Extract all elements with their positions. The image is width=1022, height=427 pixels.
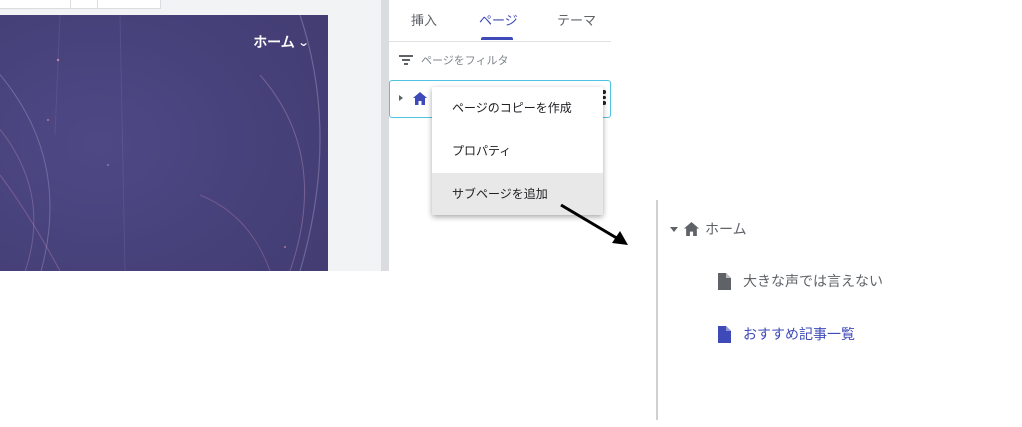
tree-node-label: おすすめ記事一覧 [743, 327, 855, 343]
tab-insert[interactable]: 挿入 [411, 10, 437, 29]
url-bar-divider [97, 0, 98, 8]
tree-node-home[interactable]: ホーム [670, 219, 747, 239]
hero-background-art [0, 15, 328, 271]
tab-themes[interactable]: テーマ [557, 10, 596, 29]
home-icon [684, 222, 699, 236]
site-nav-home-label: ホーム [253, 35, 295, 51]
url-bar-divider [70, 0, 71, 8]
annotation-arrow-icon [560, 203, 628, 245]
page-context-menu: ページのコピーを作成 プロパティ サブページを追加 [432, 87, 603, 215]
tree-node-label: ホーム [705, 222, 747, 238]
menu-item-duplicate-page[interactable]: ページのコピーを作成 [432, 87, 603, 129]
tab-pages[interactable]: ページ [479, 10, 518, 29]
chevron-down-icon: ⌄ [297, 35, 310, 49]
home-icon [413, 92, 427, 105]
site-hero-banner: ホーム ⌄ [0, 15, 328, 271]
site-nav-home[interactable]: ホーム ⌄ [253, 32, 310, 52]
tree-node-label: 大きな声では言えない [743, 274, 883, 290]
page-icon [718, 272, 731, 290]
page-icon [718, 325, 731, 343]
page-filter[interactable]: ページをフィルタ [399, 52, 509, 68]
panel-divider[interactable] [381, 0, 389, 271]
tree-divider [656, 200, 658, 420]
tree-node-child-new[interactable]: おすすめ記事一覧 [718, 324, 855, 344]
tree-node-child[interactable]: 大きな声では言えない [718, 271, 883, 291]
menu-item-properties[interactable]: プロパティ [432, 130, 603, 172]
browser-url-bar[interactable] [0, 0, 161, 9]
collapse-caret-icon[interactable] [670, 226, 678, 232]
filter-icon [399, 54, 413, 66]
filter-placeholder: ページをフィルタ [421, 54, 509, 67]
active-tab-indicator [481, 37, 513, 40]
editor-preview-area: ホーム ⌄ [0, 0, 389, 271]
expand-caret-icon[interactable] [399, 95, 403, 101]
panel-tabs: 挿入 ページ テーマ [389, 0, 611, 42]
